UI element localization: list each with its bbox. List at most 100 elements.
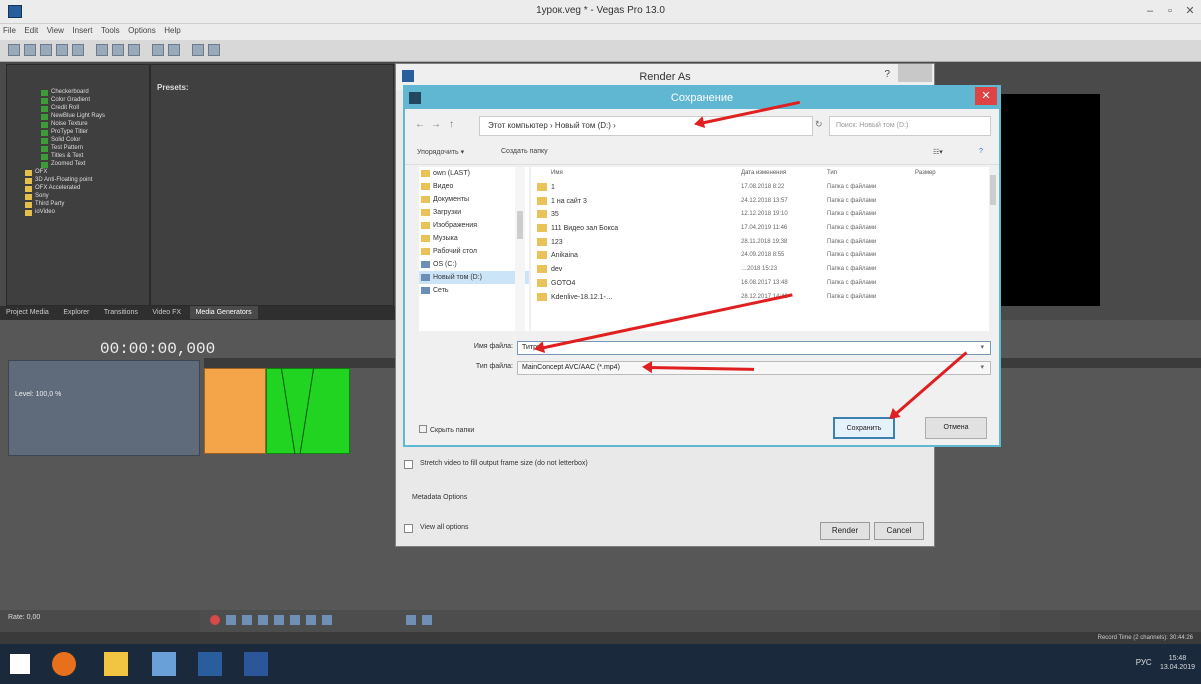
nav-item[interactable]: own (LAST) <box>419 167 529 180</box>
tree-item[interactable]: Noise Texture <box>17 121 105 129</box>
close-icon[interactable]: ✕ <box>975 87 997 105</box>
view-options-icon[interactable]: ☷▾ <box>933 148 943 156</box>
list-item[interactable]: 1 на сайт 3 24.12.2018 13:57 Папка с файла… <box>531 195 991 209</box>
video-track-header[interactable]: Level: 100,0 % <box>8 360 200 456</box>
menu-options[interactable]: Options <box>125 24 159 37</box>
col-type[interactable]: Тип <box>827 170 837 176</box>
cancel-button[interactable]: Отмена <box>925 417 987 439</box>
help-icon[interactable]: ? <box>884 69 890 80</box>
play-from-start-icon[interactable] <box>242 615 252 625</box>
organize-button[interactable]: Упорядочить ▾ <box>417 148 464 156</box>
tree-item[interactable]: Titles & Text <box>17 153 105 161</box>
tab-video-fx[interactable]: Video FX <box>146 306 187 319</box>
col-name[interactable]: Имя <box>551 170 563 176</box>
list-item[interactable]: Anikaina 24.09.2018 8:55 Папка с файлами <box>531 249 991 263</box>
go-start-icon[interactable] <box>306 615 316 625</box>
nav-item-music[interactable]: Музыка <box>419 232 529 245</box>
file-list-scrollbar[interactable] <box>989 167 997 331</box>
tree-item[interactable]: Checkerboard <box>17 89 105 97</box>
edit-tool-icon[interactable] <box>192 44 204 56</box>
forward-icon[interactable]: → <box>431 119 441 130</box>
hide-folders-toggle[interactable]: Скрыть папки <box>419 425 474 434</box>
open-icon[interactable] <box>24 44 36 56</box>
menu-insert[interactable]: Insert <box>69 24 95 37</box>
stretch-video-checkbox[interactable] <box>404 460 413 469</box>
loop-icon[interactable] <box>226 615 236 625</box>
clock[interactable]: 15:48 13.04.2019 <box>1160 654 1195 672</box>
nav-item-network[interactable]: Сеть <box>419 284 529 297</box>
tab-explorer[interactable]: Explorer <box>57 306 95 319</box>
new-folder-button[interactable]: Создать папку <box>501 148 548 155</box>
word-icon[interactable] <box>244 652 268 676</box>
tab-project-media[interactable]: Project Media <box>0 306 55 319</box>
menu-edit[interactable]: Edit <box>21 24 41 37</box>
list-item[interactable]: 35 12.12.2018 19:10 Папка с файлами <box>531 208 991 222</box>
menu-help[interactable]: Help <box>161 24 183 37</box>
address-path[interactable]: Этот компьютер › Новый том (D:) › <box>479 116 813 136</box>
nav-item-drive-c[interactable]: OS (C:) <box>419 258 529 271</box>
metadata-options-label[interactable]: Metadata Options <box>412 494 467 501</box>
list-item[interactable]: 1 17.08.2018 8:22 Папка с файлами <box>531 181 991 195</box>
tree-item[interactable]: Zoomed Text <box>17 161 105 169</box>
tree-item[interactable]: ProType Titler <box>17 129 105 137</box>
tree-folder[interactable]: Sony <box>17 193 105 201</box>
app-icon[interactable] <box>152 652 176 676</box>
back-icon[interactable]: ← <box>415 119 425 130</box>
properties-icon[interactable] <box>72 44 84 56</box>
language-indicator[interactable]: РУС <box>1136 658 1152 667</box>
zoom-tool-icon[interactable] <box>422 615 432 625</box>
tree-item[interactable]: Credit Roll <box>17 105 105 113</box>
menu-tools[interactable]: Tools <box>98 24 123 37</box>
nav-item-downloads[interactable]: Загрузки <box>419 206 529 219</box>
paste-icon[interactable] <box>128 44 140 56</box>
close-icon[interactable]: ✕ <box>1180 3 1200 19</box>
help-icon[interactable]: ? <box>979 148 983 155</box>
render-icon[interactable] <box>56 44 68 56</box>
list-item[interactable]: GOTO4 16.08.2017 13:48 Папка с файлами <box>531 277 991 291</box>
tree-folder[interactable]: 3D Anti-Floating point <box>17 177 105 185</box>
list-item[interactable]: 123 28.11.2018 19:38 Папка с файлами <box>531 236 991 250</box>
green-event-clip[interactable] <box>266 368 350 454</box>
tree-item[interactable]: Color Gradient <box>17 97 105 105</box>
cancel-button[interactable]: Cancel <box>874 522 924 540</box>
minimize-icon[interactable]: – <box>1140 3 1160 19</box>
view-all-checkbox[interactable] <box>404 524 413 533</box>
chevron-down-icon[interactable]: ▾ <box>980 342 984 354</box>
menu-file[interactable]: File <box>0 24 19 37</box>
file-explorer-icon[interactable] <box>104 652 128 676</box>
copy-icon[interactable] <box>112 44 124 56</box>
nav-item-drive-d[interactable]: Новый том (D:) <box>419 271 529 284</box>
nav-item-desktop[interactable]: Рабочий стол <box>419 245 529 258</box>
list-item[interactable]: 111 Видео зал Бокса 17.04.2019 11:46 Папка… <box>531 222 991 236</box>
filename-input[interactable]: Титры ▾ <box>517 341 991 355</box>
nav-item-documents[interactable]: Документы <box>419 193 529 206</box>
refresh-icon[interactable]: ↻ <box>815 119 823 130</box>
undo-icon[interactable] <box>152 44 164 56</box>
tab-transitions[interactable]: Transitions <box>98 306 144 319</box>
nav-scrollbar[interactable] <box>515 167 525 331</box>
nav-item-video[interactable]: Видео <box>419 180 529 193</box>
chevron-down-icon[interactable]: ▾ <box>980 362 984 374</box>
redo-icon[interactable] <box>168 44 180 56</box>
restore-icon[interactable]: ▫ <box>1160 3 1180 19</box>
envelope-tool-icon[interactable] <box>208 44 220 56</box>
tree-item[interactable]: Solid Color <box>17 137 105 145</box>
firefox-icon[interactable] <box>52 652 76 676</box>
stop-icon[interactable] <box>290 615 300 625</box>
save-icon[interactable] <box>40 44 52 56</box>
tab-media-generators[interactable]: Media Generators <box>189 306 258 319</box>
save-button[interactable]: Сохранить <box>833 417 895 439</box>
tree-folder[interactable]: OFX Accelerated <box>17 185 105 193</box>
menu-view[interactable]: View <box>44 24 67 37</box>
cut-icon[interactable] <box>96 44 108 56</box>
render-button[interactable]: Render <box>820 522 870 540</box>
normal-edit-icon[interactable] <box>406 615 416 625</box>
new-icon[interactable] <box>8 44 20 56</box>
tree-folder[interactable]: Third Party <box>17 201 105 209</box>
nav-item-pictures[interactable]: Изображения <box>419 219 529 232</box>
tree-item[interactable]: NewBlue Light Rays <box>17 113 105 121</box>
record-icon[interactable] <box>210 615 220 625</box>
play-icon[interactable] <box>258 615 268 625</box>
tree-folder[interactable]: ioVideo <box>17 209 105 217</box>
close-button[interactable] <box>898 64 932 82</box>
